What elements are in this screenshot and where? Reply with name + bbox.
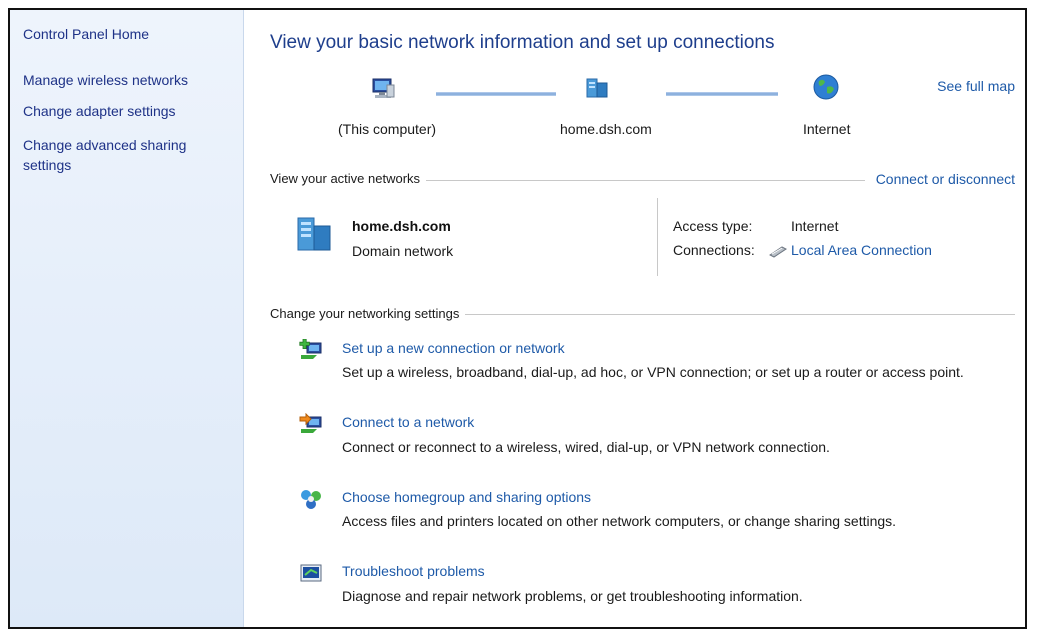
task-troubleshoot-desc: Diagnose and repair network problems, or… <box>342 588 803 604</box>
access-type-label: Access type: <box>673 218 753 234</box>
active-network-type[interactable]: Domain network <box>352 243 453 259</box>
sidebar: Control Panel Home Manage wireless netwo… <box>10 10 244 627</box>
homegroup-icon <box>298 487 324 516</box>
page-title: View your basic network information and … <box>270 32 775 53</box>
connections-label: Connections: <box>673 242 755 258</box>
new-connection-icon <box>299 338 323 366</box>
map-connection-line <box>666 92 778 96</box>
domain-network-icon <box>296 216 334 257</box>
network-sharing-center-window: Control Panel Home Manage wireless netwo… <box>8 8 1027 629</box>
task-setup-new-connection-desc: Set up a wireless, broadband, dial-up, a… <box>342 364 964 380</box>
task-connect-to-network-desc: Connect or reconnect to a wireless, wire… <box>342 439 830 455</box>
active-network-name: home.dsh.com <box>352 218 451 234</box>
sidebar-item-manage-wireless-networks[interactable]: Manage wireless networks <box>23 70 188 90</box>
access-type-value: Internet <box>791 218 839 234</box>
domain-network-icon[interactable] <box>585 75 611 106</box>
vertical-divider <box>657 198 658 276</box>
task-setup-new-connection-link[interactable]: Set up a new connection or network <box>342 340 565 356</box>
connect-network-icon <box>299 412 323 440</box>
task-homegroup-sharing-link[interactable]: Choose homegroup and sharing options <box>342 489 591 505</box>
main-content: View your basic network information and … <box>244 10 1025 627</box>
computer-icon[interactable] <box>370 76 396 105</box>
troubleshoot-icon <box>299 563 323 590</box>
domain-label: home.dsh.com <box>560 121 652 137</box>
map-connection-line <box>436 92 556 96</box>
see-full-map-link[interactable]: See full map <box>937 78 1015 94</box>
internet-globe-icon[interactable] <box>812 73 840 106</box>
connect-or-disconnect-link[interactable]: Connect or disconnect <box>869 171 1015 187</box>
internet-label: Internet <box>803 121 851 137</box>
task-homegroup-sharing-desc: Access files and printers located on oth… <box>342 513 897 529</box>
sidebar-item-change-advanced-sharing-settings[interactable]: Change advanced sharing settings <box>23 135 223 175</box>
change-settings-heading: Change your networking settings <box>270 306 466 321</box>
active-networks-heading: View your active networks <box>270 171 427 186</box>
local-area-connection-link[interactable]: Local Area Connection <box>791 242 932 258</box>
task-connect-to-network-link[interactable]: Connect to a network <box>342 414 474 430</box>
task-troubleshoot-link[interactable]: Troubleshoot problems <box>342 563 485 579</box>
sidebar-item-control-panel-home[interactable]: Control Panel Home <box>23 24 149 44</box>
ethernet-cable-icon[interactable] <box>768 244 788 263</box>
sidebar-item-change-adapter-settings[interactable]: Change adapter settings <box>23 101 176 121</box>
this-computer-label: (This computer) <box>338 121 437 137</box>
